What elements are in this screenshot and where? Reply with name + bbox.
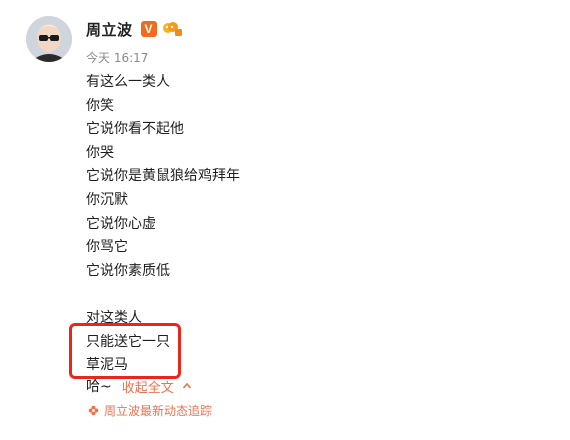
post-header: 周立波 V [86, 18, 183, 40]
content-line: 你笑 [86, 97, 114, 114]
content-line: 它说你看不起他 [86, 121, 184, 138]
content-line: 你骂它 [86, 239, 128, 256]
post-tail: 哈~ 收起全文 [86, 374, 192, 398]
follow-updates-link[interactable]: 周立波最新动态追踪 [88, 400, 212, 420]
weibo-post: 周立波 V 今天 16:17 有这么一类人 你笑 它说你看不起他 你哭 它说你是… [0, 0, 570, 440]
tail-text: 哈~ [86, 379, 112, 395]
avatar-image [26, 16, 72, 62]
content-blank-line [86, 283, 240, 307]
content-line: 你哭 [86, 144, 114, 161]
post-timestamp[interactable]: 今天 16:17 [86, 49, 148, 66]
verified-icon: V [140, 21, 157, 37]
content-line: 有这么一类人 [86, 74, 170, 90]
follow-updates-label: 周立波最新动态追踪 [104, 403, 213, 418]
collapse-link[interactable]: 收起全文 [122, 377, 174, 396]
highlight-box [69, 323, 181, 379]
content-line: 它说你心虚 [86, 215, 156, 232]
content-line: 你沉默 [86, 191, 128, 208]
username[interactable]: 周立波 [86, 19, 133, 40]
avatar[interactable] [26, 16, 72, 62]
level-icon [162, 22, 182, 36]
content-line: 它说你是黄鼠狼给鸡拜年 [86, 168, 240, 185]
content-line: 它说你素质低 [86, 262, 170, 279]
chevron-up-icon[interactable] [182, 381, 192, 391]
flower-icon [88, 405, 99, 415]
